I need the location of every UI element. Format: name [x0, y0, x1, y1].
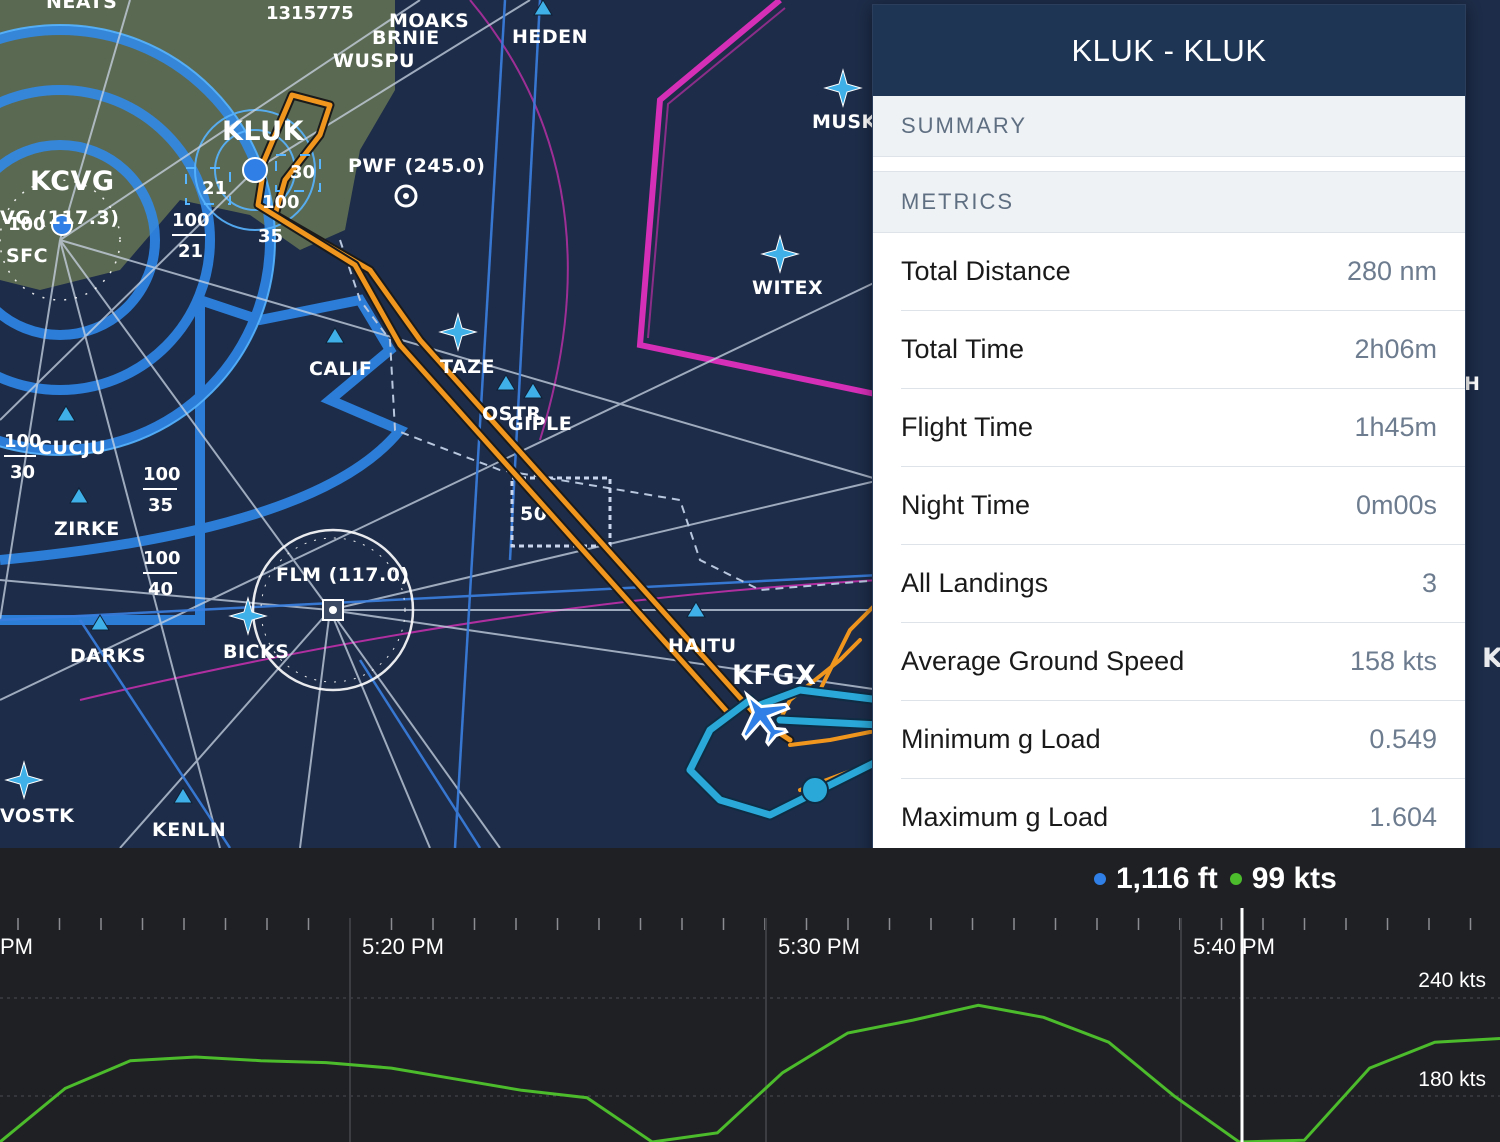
metric-row-minimum-g-load: Minimum g Load 0.549 [901, 701, 1465, 779]
panel-title: KLUK - KLUK [873, 5, 1465, 96]
altitude-label: 1315775 [266, 3, 354, 24]
metric-value: 3 [1421, 568, 1437, 598]
metric-label: Total Distance [901, 256, 1071, 286]
waypoint-label: KENLN [152, 819, 226, 841]
waypoint-label: WITEX [752, 277, 823, 299]
svg-text:21: 21 [202, 178, 227, 199]
svg-text:K: K [1482, 643, 1500, 674]
metric-row-total-time: Total Time 2h06m [901, 311, 1465, 389]
navaid-label: PWF (245.0) [348, 155, 485, 177]
svg-text:30: 30 [290, 162, 315, 183]
waypoint-label: NEATS [46, 0, 117, 13]
metric-label: Flight Time [901, 412, 1034, 442]
summary-section-header[interactable]: SUMMARY [873, 96, 1465, 157]
airport-icon [242, 157, 268, 183]
waypoint-label: CUCJU [38, 437, 106, 459]
metric-row-maximum-g-load: Maximum g Load 1.604 [901, 779, 1465, 857]
waypoint-label: TAZE [440, 356, 495, 378]
metric-row-flight-time: Flight Time 1h45m [901, 389, 1465, 467]
svg-text:100: 100 [8, 214, 46, 235]
svg-text:100: 100 [4, 431, 42, 452]
waypoint-label: HEDEN [512, 26, 588, 48]
waypoint-label: CALIF [309, 358, 372, 380]
metrics-section-header[interactable]: METRICS [873, 172, 1465, 233]
svg-text:100: 100 [172, 210, 210, 231]
waypoint-label: WUSPU [333, 50, 415, 72]
svg-text:35: 35 [258, 226, 283, 247]
metric-row-total-distance: Total Distance 280 nm [901, 233, 1465, 311]
svg-text:100: 100 [143, 464, 181, 485]
metric-value: 0.549 [1369, 724, 1437, 754]
speed-dot-icon [1229, 873, 1242, 885]
cursor-readout: 1,116 ft 99 kts [1094, 862, 1337, 896]
metric-row-average-ground-speed: Average Ground Speed 158 kts [901, 623, 1465, 701]
waypoint-label: HAITU [668, 635, 737, 657]
svg-text:100: 100 [143, 548, 181, 569]
navaid-label: FLM (117.0) [276, 564, 410, 586]
svg-text:40: 40 [148, 579, 173, 600]
metric-row-all-landings: All Landings 3 [901, 545, 1465, 623]
metric-label: Maximum g Load [901, 802, 1109, 832]
waypoint-label: BRNIE [372, 27, 440, 49]
metric-value: 1h45m [1354, 412, 1437, 442]
time-label: 5:40 PM [1193, 934, 1275, 959]
speed-readout: 99 kts [1251, 862, 1337, 895]
altitude-dot-icon [1094, 873, 1106, 885]
time-label: 5:20 PM [362, 934, 444, 959]
metric-label: Minimum g Load [901, 724, 1101, 754]
time-label: 5:30 PM [778, 934, 860, 959]
metric-value: 280 nm [1346, 256, 1437, 286]
svg-text:100: 100 [262, 192, 300, 213]
altitude-block: 100 30 [4, 431, 42, 483]
airport-label: KFGX [732, 660, 816, 691]
svg-text:35: 35 [148, 495, 173, 516]
metric-value: 1.604 [1369, 802, 1437, 832]
airport-label: KCVG [30, 166, 115, 197]
y-axis-label: 240 kts [1418, 969, 1486, 992]
time-label: PM [0, 934, 33, 959]
moa-boundary [636, 0, 881, 398]
metric-value: 2h06m [1354, 334, 1437, 364]
surface-label: SFC [6, 245, 48, 267]
svg-text:21: 21 [178, 241, 203, 262]
metric-row-night-time: Night Time 0m00s [901, 467, 1465, 545]
metric-label: Night Time [901, 490, 1031, 520]
altitude-block: 100 21 [172, 210, 210, 262]
metric-label: Average Ground Speed [901, 646, 1185, 676]
y-axis-label: 180 kts [1418, 1068, 1486, 1091]
waypoint-label: BICKS [223, 641, 289, 663]
altitude-block: 100 40 [143, 548, 181, 600]
metric-label: All Landings [901, 568, 1049, 598]
section-divider [873, 157, 1465, 172]
altitude-block: 100 35 [143, 464, 181, 516]
airport-label: KLUK [222, 116, 305, 147]
waypoint-label: DARKS [70, 645, 146, 667]
altitude-block: 21 [202, 178, 227, 199]
svg-text:H: H [1464, 373, 1480, 395]
time-axis-ticks [17, 918, 1472, 930]
waypoint-label: VOSTK [0, 805, 75, 827]
track-end-marker[interactable] [801, 776, 829, 804]
metric-value: 0m00s [1355, 490, 1437, 520]
waypoint-label: GIPLE [508, 413, 572, 435]
ground-speed-series-line [0, 1003, 1500, 1142]
metric-value: 158 kts [1349, 646, 1437, 676]
altitude-readout: 1,116 ft [1116, 862, 1218, 895]
flight-summary-panel: KLUK - KLUK SUMMARY METRICS Total Distan… [872, 4, 1466, 864]
svg-text:30: 30 [10, 462, 35, 483]
waypoint-label: ZIRKE [54, 518, 120, 540]
metric-label: Total Time [901, 334, 1025, 364]
